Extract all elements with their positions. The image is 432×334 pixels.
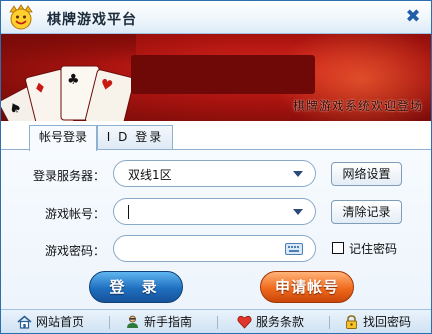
footer-link-recover-password[interactable]: 找回密码 [344,313,428,331]
promo-banner: ♠ ♦ ♣ ♥ 棋牌游戏系统欢迎登场 [1,34,431,121]
footer-divider [217,316,218,329]
footer-link-guide[interactable]: 新手指南 [125,313,209,331]
lock-icon [346,315,357,329]
network-settings-button[interactable]: 网络设置 [331,162,402,186]
keyboard-icon[interactable] [285,243,303,255]
chevron-down-icon[interactable] [293,209,303,215]
home-icon [17,315,32,329]
clear-records-button[interactable]: 清除记录 [331,200,402,224]
login-window: 棋牌游戏平台 ✖ ♠ ♦ ♣ ♥ 棋牌游戏系统欢迎登场 帐号登录 I D 登录 … [0,0,432,334]
footer-link-home[interactable]: 网站首页 [17,313,101,331]
login-tabs: 帐号登录 I D 登录 [1,121,431,151]
footer-bar: 网站首页 新手指南 服务条款 找回密码 [1,309,431,333]
footer-link-label: 找回密码 [363,315,412,329]
title-bar[interactable]: 棋牌游戏平台 ✖ [1,1,431,34]
playing-cards-graphic: ♠ ♦ ♣ ♥ [1,34,136,121]
login-button[interactable]: 登 录 [89,271,183,303]
remember-password-checkbox[interactable] [332,242,344,254]
footer-divider [109,316,110,329]
register-account-button[interactable]: 申请帐号 [260,271,354,303]
account-label: 游戏帐号： [44,207,105,221]
text-caret [128,205,129,219]
chevron-down-icon[interactable] [293,171,303,177]
password-input[interactable] [113,235,316,262]
account-input[interactable] [113,198,316,225]
server-value: 双线1区 [128,168,172,182]
svg-text:♣: ♣ [67,72,80,88]
footer-link-label: 服务条款 [256,315,305,329]
remember-password-label[interactable]: 记住密码 [349,240,397,257]
footer-link-label: 网站首页 [36,315,85,329]
tab-account-login[interactable]: 帐号登录 [29,125,97,151]
footer-link-label: 新手指南 [144,315,193,329]
password-label: 游戏密码： [44,244,105,258]
banner-caption: 棋牌游戏系统欢迎登场 [292,99,423,113]
footer-link-terms[interactable]: 服务条款 [237,313,321,331]
footer-divider [329,316,330,329]
server-label: 登录服务器： [32,169,105,183]
server-select[interactable]: 双线1区 [113,160,316,187]
app-logo-icon [9,4,33,30]
guide-icon [127,315,138,328]
banner-redacted-area [131,55,315,94]
tab-id-login[interactable]: I D 登录 [97,125,173,150]
close-button[interactable]: ✖ [403,7,423,27]
heart-icon [237,315,252,329]
login-form-panel: 登录服务器： 双线1区 网络设置 游戏帐号： 清除记录 游戏密码： 记住密码 [1,149,431,309]
window-title: 棋牌游戏平台 [47,12,137,28]
